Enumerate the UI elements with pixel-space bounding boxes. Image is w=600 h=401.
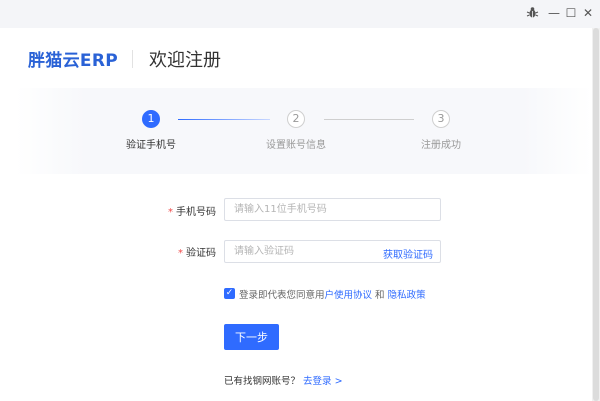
step-connector-1: [178, 119, 270, 120]
get-code-button[interactable]: 获取验证码: [383, 246, 433, 261]
code-label: * 验证码: [146, 244, 216, 259]
brand-logo: 胖猫云ERP: [28, 51, 118, 71]
phone-field[interactable]: [224, 198, 441, 221]
step-3-indicator: 3: [432, 110, 450, 128]
code-label-text: 验证码: [186, 248, 216, 259]
close-button[interactable]: ✕: [580, 4, 596, 22]
agreement-prefix: 登录即代表您同意用: [239, 290, 325, 301]
login-prompt-text: 已有找钢网账号？: [224, 376, 301, 387]
step-connector-2: [324, 119, 414, 120]
vertical-scrollbar[interactable]: [592, 28, 600, 401]
login-prompt: 已有找钢网账号？ 去登录 >: [224, 373, 343, 387]
required-mark: *: [178, 248, 183, 259]
step-1-label: 验证手机号: [126, 140, 176, 151]
phone-label-text: 手机号码: [176, 207, 216, 218]
agreement-text: 登录即代表您同意用户使用协议 和 隐私政策: [239, 287, 426, 301]
maximize-button[interactable]: ☐: [563, 4, 579, 22]
step-2-label: 设置账号信息: [266, 140, 326, 151]
step-3-label: 注册成功: [421, 140, 461, 151]
bug-icon[interactable]: [524, 4, 540, 22]
window-titlebar: — ☐ ✕: [0, 0, 600, 28]
agreement-checkbox[interactable]: ✓: [224, 288, 235, 299]
verification-code-field[interactable]: 获取验证码: [224, 240, 441, 263]
agreement-conjunction: 和: [372, 290, 388, 301]
minimize-button[interactable]: —: [546, 4, 562, 22]
go-login-link[interactable]: 去登录 >: [303, 376, 342, 387]
steps-panel: [16, 88, 592, 174]
page-title: 欢迎注册: [149, 50, 221, 71]
user-agreement-link[interactable]: 户使用协议: [325, 290, 373, 301]
step-2-indicator: 2: [287, 110, 305, 128]
verification-code-input[interactable]: [234, 244, 384, 259]
scrollbar-thumb[interactable]: [593, 28, 599, 401]
required-mark: *: [168, 207, 173, 218]
step-1-indicator: 1: [142, 110, 160, 128]
privacy-policy-link[interactable]: 隐私政策: [388, 290, 426, 301]
next-step-button[interactable]: 下一步: [224, 324, 279, 350]
phone-input[interactable]: [234, 202, 384, 217]
header-divider: [132, 50, 133, 68]
phone-label: * 手机号码: [146, 203, 216, 218]
